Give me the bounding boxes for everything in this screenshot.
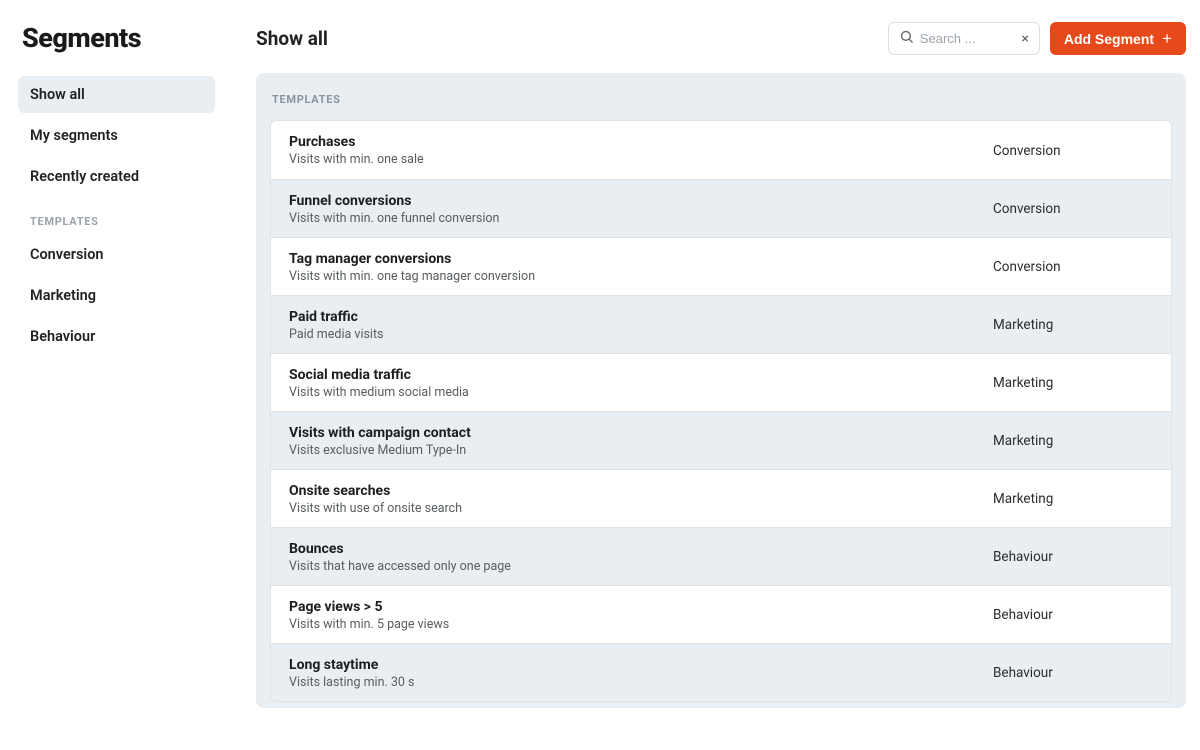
row-title: Long staytime [289,657,993,673]
sidebar-item-behaviour[interactable]: Behaviour [18,318,215,355]
row-desc: Visits lasting min. 30 s [289,675,993,690]
row-desc: Visits with medium social media [289,385,993,400]
row-title: Page views > 5 [289,599,993,615]
row-title: Funnel conversions [289,193,993,209]
sidebar-item-conversion[interactable]: Conversion [18,236,215,273]
main: Show all × Add Segment + TEMPLATES [256,18,1186,708]
search-input[interactable] [920,31,1016,46]
row-title: Tag manager conversions [289,251,993,267]
topbar: Show all × Add Segment + [256,22,1186,55]
row-category: Conversion [993,259,1153,275]
page-title: Segments [22,22,256,54]
row-desc: Visits with min. one sale [289,152,993,167]
sidebar: Segments Show all My segments Recently c… [18,18,256,355]
row-desc: Paid media visits [289,327,993,342]
row-category: Marketing [993,317,1153,333]
add-segment-label: Add Segment [1064,31,1154,47]
sidebar-item-show-all[interactable]: Show all [18,76,215,113]
row-desc: Visits with use of onsite search [289,501,993,516]
row-category: Behaviour [993,607,1153,623]
row-category: Conversion [993,143,1153,159]
templates-panel-header: TEMPLATES [270,89,1172,120]
templates-panel: TEMPLATES Purchases Visits with min. one… [256,73,1186,708]
plus-icon: + [1162,30,1172,47]
table-row[interactable]: Social media traffic Visits with medium … [271,353,1171,411]
row-category: Marketing [993,375,1153,391]
search-box[interactable]: × [888,22,1040,55]
add-segment-button[interactable]: Add Segment + [1050,22,1186,55]
table-row[interactable]: Long staytime Visits lasting min. 30 s B… [271,643,1171,701]
row-title: Visits with campaign contact [289,425,993,441]
sidebar-templates: Conversion Marketing Behaviour [18,236,256,355]
row-desc: Visits exclusive Medium Type-In [289,443,993,458]
row-title: Onsite searches [289,483,993,499]
table-row[interactable]: Visits with campaign contact Visits excl… [271,411,1171,469]
sidebar-templates-header: TEMPLATES [18,195,256,236]
row-category: Behaviour [993,665,1153,681]
view-title: Show all [256,27,328,50]
table-row[interactable]: Onsite searches Visits with use of onsit… [271,469,1171,527]
search-icon [899,29,914,48]
row-title: Paid traffic [289,309,993,325]
row-category: Conversion [993,201,1153,217]
row-desc: Visits that have accessed only one page [289,559,993,574]
table-row[interactable]: Funnel conversions Visits with min. one … [271,179,1171,237]
row-desc: Visits with min. one tag manager convers… [289,269,993,284]
sidebar-item-my-segments[interactable]: My segments [18,117,215,154]
row-title: Purchases [289,134,993,150]
row-desc: Visits with min. 5 page views [289,617,993,632]
row-category: Marketing [993,433,1153,449]
table-row[interactable]: Page views > 5 Visits with min. 5 page v… [271,585,1171,643]
table-row[interactable]: Tag manager conversions Visits with min.… [271,237,1171,295]
row-category: Behaviour [993,549,1153,565]
row-title: Bounces [289,541,993,557]
sidebar-item-marketing[interactable]: Marketing [18,277,215,314]
templates-table: Purchases Visits with min. one sale Conv… [270,120,1172,702]
table-row[interactable]: Paid traffic Paid media visits Marketing [271,295,1171,353]
clear-search-icon[interactable]: × [1021,32,1028,46]
row-category: Marketing [993,491,1153,507]
table-row[interactable]: Bounces Visits that have accessed only o… [271,527,1171,585]
sidebar-item-recently-created[interactable]: Recently created [18,158,215,195]
row-desc: Visits with min. one funnel conversion [289,211,993,226]
sidebar-nav: Show all My segments Recently created [18,76,256,195]
row-title: Social media traffic [289,367,993,383]
table-row[interactable]: Purchases Visits with min. one sale Conv… [271,121,1171,179]
